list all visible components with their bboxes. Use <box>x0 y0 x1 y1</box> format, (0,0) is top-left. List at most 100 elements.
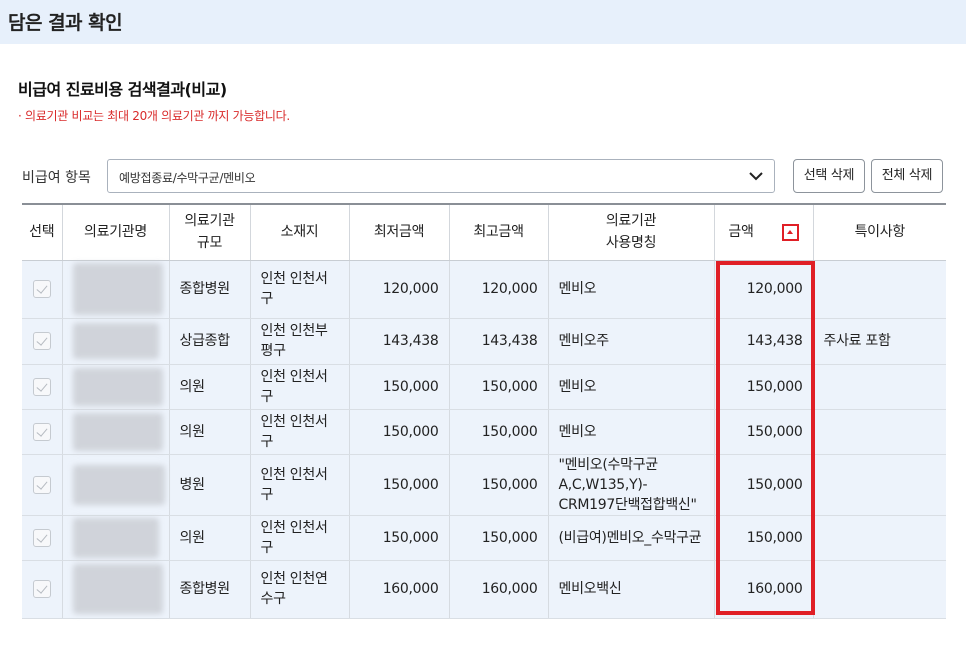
row-checkbox[interactable] <box>32 422 51 441</box>
min-amount-cell: 150,000 <box>348 364 449 410</box>
item-select-value: 예방접종료/수막구균/멘비오 <box>119 171 256 185</box>
usage-name-cell: (비급여)멘비오_수막구균 <box>547 515 714 561</box>
amount-cell: 150,000 <box>713 409 813 455</box>
hospital-name-cell <box>61 409 169 455</box>
compare-limit-notice: · 의료기관 비교는 최대 20개 의료기관 까지 가능합니다. <box>18 109 290 123</box>
amount-cell: 143,438 <box>713 318 813 365</box>
row-select-cell <box>22 318 62 365</box>
col-header-location: 소재지 <box>249 203 349 261</box>
scale-cell: 상급종합 <box>168 318 250 365</box>
min-amount-cell: 150,000 <box>348 409 449 455</box>
page-title: 담은 결과 확인 <box>8 12 123 34</box>
hospital-name-cell <box>61 515 169 561</box>
row-select-cell <box>22 454 62 516</box>
hospital-name-cell <box>61 560 169 619</box>
table-row: 종합병원 인천 인천서구 120,000 120,000 멘비오 120,000 <box>22 260 946 319</box>
redacted-hospital-name <box>72 263 163 315</box>
col-header-amount: 금액 <box>713 203 813 261</box>
redacted-hospital-name <box>72 412 163 451</box>
scale-cell: 의원 <box>168 409 250 455</box>
col-header-name: 의료기관명 <box>61 203 169 261</box>
hospital-name-cell <box>61 364 169 410</box>
row-checkbox[interactable] <box>32 377 51 396</box>
col-header-note: 특이사항 <box>812 203 946 261</box>
note-cell: 주사료 포함 <box>812 318 946 365</box>
min-amount-cell: 120,000 <box>348 260 449 319</box>
row-select-cell <box>22 364 62 410</box>
col-header-min: 최저금액 <box>348 203 449 261</box>
row-checkbox[interactable] <box>32 528 51 547</box>
usage-name-cell: "멘비오(수막구균A,C,W135,Y)-CRM197단백접합백신" <box>547 454 714 516</box>
amount-cell: 160,000 <box>713 560 813 619</box>
max-amount-cell: 150,000 <box>448 454 548 516</box>
amount-cell: 150,000 <box>713 515 813 561</box>
location-cell: 인천 인천부평구 <box>249 318 349 365</box>
usage-name-cell: 멘비오 <box>547 364 714 410</box>
redacted-hospital-name <box>72 517 159 558</box>
table-row: 의원 인천 인천서구 150,000 150,000 멘비오 150,000 <box>22 409 946 455</box>
max-amount-cell: 143,438 <box>448 318 548 365</box>
note-cell <box>812 260 946 319</box>
usage-name-cell: 멘비오주 <box>547 318 714 365</box>
hospital-name-cell <box>61 260 169 319</box>
scale-cell: 의원 <box>168 364 250 410</box>
col-header-amount-label: 금액 <box>728 224 754 241</box>
location-cell: 인천 인천서구 <box>249 454 349 516</box>
top-bar: 담은 결과 확인 <box>0 0 966 44</box>
col-header-scale-line2: 규모 <box>196 235 223 252</box>
section-title: 비급여 진료비용 검색결과(비교) <box>18 80 227 99</box>
row-checkbox[interactable] <box>32 332 51 350</box>
max-amount-cell: 160,000 <box>448 560 548 619</box>
col-header-select: 선택 <box>22 203 62 261</box>
table-row: 종합병원 인천 인천연수구 160,000 160,000 멘비오백신 160,… <box>22 560 946 619</box>
location-cell: 인천 인천연수구 <box>249 560 349 619</box>
col-header-usage: 의료기관 사용명칭 <box>547 203 714 261</box>
item-select[interactable]: 예방접종료/수막구균/멘비오 <box>107 159 775 193</box>
table-row: 의원 인천 인천서구 150,000 150,000 멘비오 150,000 <box>22 364 946 410</box>
amount-cell: 150,000 <box>713 454 813 516</box>
min-amount-cell: 143,438 <box>348 318 449 365</box>
redacted-hospital-name <box>72 564 163 614</box>
row-checkbox[interactable] <box>32 280 51 298</box>
location-cell: 인천 인천서구 <box>249 515 349 561</box>
col-header-usage-line1: 의료기관 <box>605 213 657 230</box>
note-cell <box>812 560 946 619</box>
usage-name-cell: 멘비오 <box>547 260 714 319</box>
location-cell: 인천 인천서구 <box>249 409 349 455</box>
amount-cell: 150,000 <box>713 364 813 410</box>
delete-selected-button[interactable]: 선택 삭제 <box>793 159 865 193</box>
scale-cell: 종합병원 <box>168 260 250 319</box>
row-select-cell <box>22 409 62 455</box>
row-checkbox[interactable] <box>32 475 51 494</box>
results-table: 선택 의료기관명 의료기관 규모 소재지 최저금액 최고금액 의료기관 사용명칭… <box>22 203 946 619</box>
item-filter-label: 비급여 항목 <box>22 170 91 186</box>
table-row: 병원 인천 인천서구 150,000 150,000 "멘비오(수막구균A,C,… <box>22 454 946 516</box>
note-cell <box>812 364 946 410</box>
location-cell: 인천 인천서구 <box>249 260 349 319</box>
scale-cell: 종합병원 <box>168 560 250 619</box>
hospital-name-cell <box>61 454 169 516</box>
col-header-scale-line1: 의료기관 <box>184 213 235 230</box>
sort-ascending-icon[interactable] <box>781 223 799 241</box>
scale-cell: 의원 <box>168 515 250 561</box>
max-amount-cell: 150,000 <box>448 409 548 455</box>
max-amount-cell: 150,000 <box>448 364 548 410</box>
usage-name-cell: 멘비오백신 <box>547 560 714 619</box>
row-select-cell <box>22 515 62 561</box>
col-header-scale: 의료기관 규모 <box>168 203 250 261</box>
redacted-hospital-name <box>72 323 159 359</box>
table-row: 상급종합 인천 인천부평구 143,438 143,438 멘비오주 143,4… <box>22 318 946 365</box>
max-amount-cell: 120,000 <box>448 260 548 319</box>
redacted-hospital-name <box>72 464 165 505</box>
col-header-usage-line2: 사용명칭 <box>605 235 657 252</box>
row-select-cell <box>22 560 62 619</box>
note-cell <box>812 409 946 455</box>
location-cell: 인천 인천서구 <box>249 364 349 410</box>
min-amount-cell: 150,000 <box>348 454 449 516</box>
delete-all-button[interactable]: 전체 삭제 <box>871 159 943 193</box>
scale-cell: 병원 <box>168 454 250 516</box>
table-header-row: 선택 의료기관명 의료기관 규모 소재지 최저금액 최고금액 의료기관 사용명칭… <box>22 203 946 261</box>
redacted-hospital-name <box>72 367 163 406</box>
row-checkbox[interactable] <box>32 580 51 598</box>
max-amount-cell: 150,000 <box>448 515 548 561</box>
